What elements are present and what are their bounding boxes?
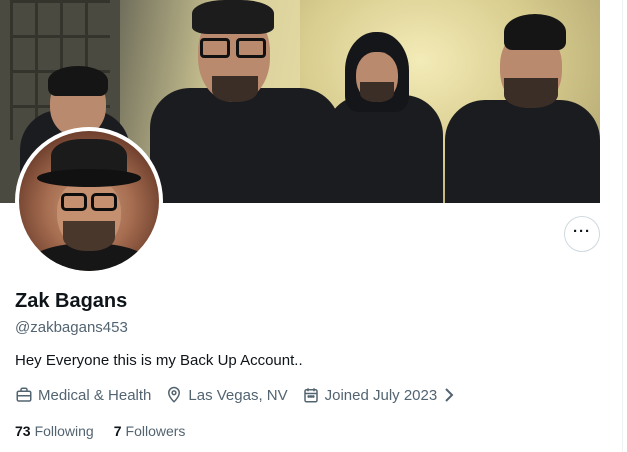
- profile-avatar[interactable]: [15, 127, 163, 275]
- more-options-button[interactable]: ···: [564, 216, 600, 252]
- joined-label: Joined July 2023: [324, 386, 438, 404]
- followers-label: Followers: [125, 423, 186, 439]
- category-item: Medical & Health: [15, 386, 151, 404]
- profile-meta: Medical & Health Las Vegas, NV Joined Ju…: [15, 386, 469, 404]
- joined-item[interactable]: Joined July 2023: [302, 386, 456, 404]
- location-label: Las Vegas, NV: [188, 386, 288, 404]
- profile-handle: @zakbagans453: [15, 319, 128, 336]
- column-divider: [622, 0, 623, 452]
- profile-bio: Hey Everyone this is my Back Up Account.…: [15, 352, 303, 369]
- briefcase-icon: [16, 387, 32, 402]
- followers-count: 7: [113, 423, 122, 439]
- location-item: Las Vegas, NV: [165, 386, 288, 404]
- more-horizontal-icon: ···: [573, 222, 591, 240]
- location-pin-icon: [168, 386, 181, 403]
- follow-stats: 73 Following 7 Followers: [15, 423, 205, 439]
- calendar-icon: [303, 388, 318, 403]
- following-label: Following: [34, 423, 94, 439]
- chevron-right-icon[interactable]: [443, 387, 455, 403]
- profile-name: Zak Bagans: [15, 290, 128, 312]
- followers-link[interactable]: 7 Followers: [114, 423, 186, 439]
- following-link[interactable]: 73 Following: [15, 423, 94, 439]
- following-count: 73: [15, 423, 31, 439]
- category-label: Medical & Health: [38, 386, 152, 404]
